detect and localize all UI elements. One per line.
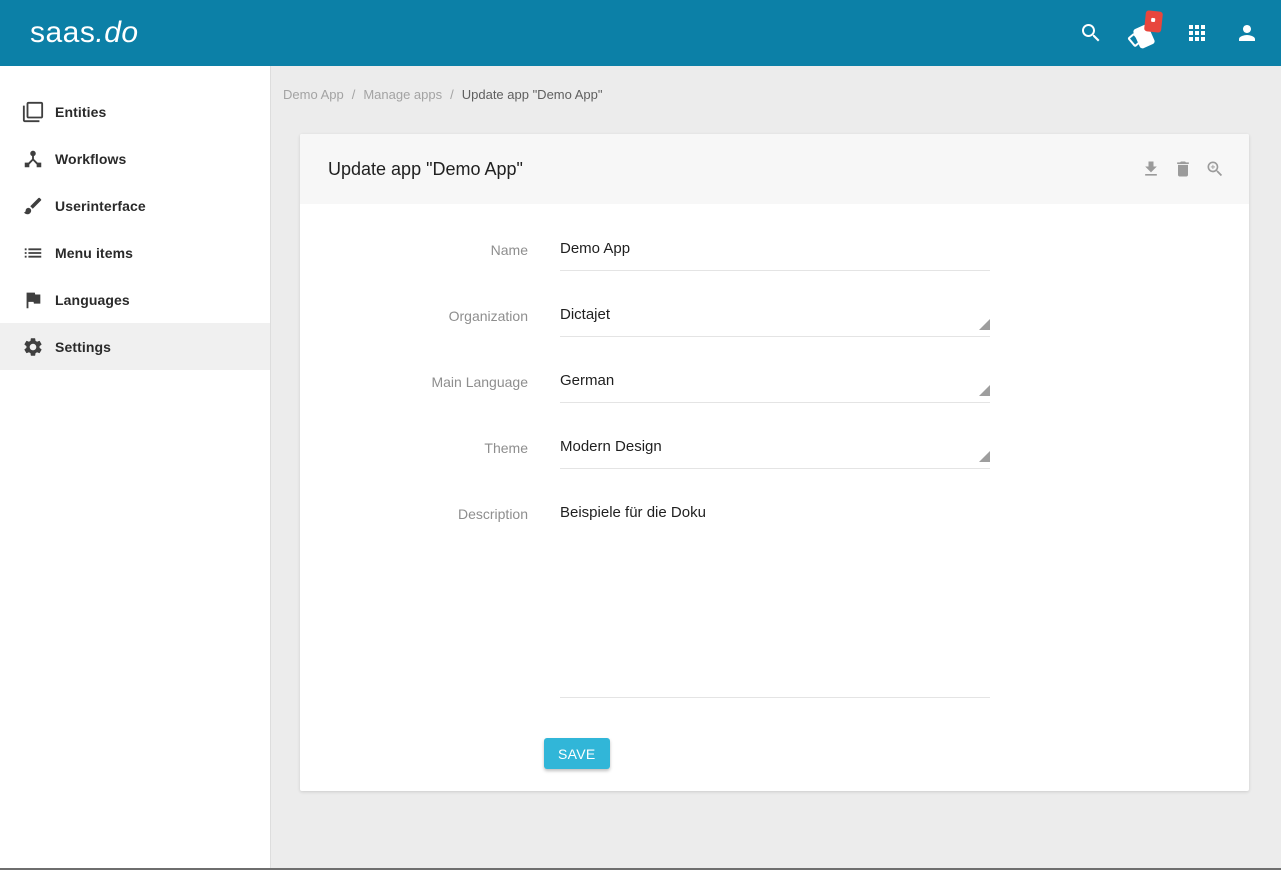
form-row-name: Name — [328, 240, 1249, 271]
field-value-wrap: Beispiele für die Doku — [560, 504, 990, 703]
breadcrumb-item[interactable]: Demo App — [283, 87, 344, 102]
card-title: Update app "Demo App" — [328, 158, 523, 179]
zoom-in-icon[interactable] — [1205, 159, 1225, 179]
content-area: Demo App / Manage apps / Update app "Demo Ap… — [271, 66, 1281, 868]
sidebar-item-workflows[interactable]: Workflows — [0, 135, 270, 182]
sidebar-item-userinterface[interactable]: Userinterface — [0, 182, 270, 229]
field-label: Organization — [448, 308, 528, 324]
notification-badge — [1143, 10, 1164, 33]
window-bottom-edge — [0, 868, 1281, 877]
save-button[interactable]: SAVE — [544, 738, 610, 769]
menu-items-icon — [22, 242, 44, 264]
organization-select[interactable]: Dictajet — [560, 306, 990, 337]
main-area: Entities Workflows Userinterface Menu it… — [0, 66, 1281, 868]
sidebar-item-entities[interactable]: Entities — [0, 88, 270, 135]
topbar: saas.do — [0, 0, 1281, 66]
search-icon[interactable] — [1079, 21, 1103, 45]
field-value-wrap: Modern Design — [560, 438, 990, 469]
breadcrumb-item[interactable]: Manage apps — [363, 87, 442, 102]
download-icon[interactable] — [1141, 159, 1161, 179]
sidebar-item-label: Workflows — [55, 150, 127, 167]
select-arrow-icon — [979, 385, 990, 396]
sidebar-item-label: Languages — [55, 291, 130, 308]
sidebar-item-menu-items[interactable]: Menu items — [0, 229, 270, 276]
logo-prefix: saas — [30, 16, 96, 49]
field-label: Theme — [484, 440, 528, 456]
app-window: saas.do Entities Workflows Userinterface… — [0, 0, 1281, 877]
sidebar-item-label: Userinterface — [55, 197, 146, 214]
form-row-theme: Theme Modern Design — [328, 438, 1249, 469]
breadcrumb-item-current: Update app "Demo App" — [461, 87, 603, 102]
delete-icon[interactable] — [1173, 159, 1193, 179]
card-body: Name Organization Dictajet Main La — [300, 204, 1249, 791]
description-textarea[interactable]: Beispiele für die Doku — [560, 504, 990, 698]
update-app-card: Update app "Demo App" Name Demo App Orga… — [300, 134, 1249, 791]
field-label: Name — [490, 242, 528, 258]
sidebar: Entities Workflows Userinterface Menu it… — [0, 66, 271, 868]
card-actions — [1141, 159, 1225, 179]
apps-grid-icon[interactable] — [1185, 21, 1209, 45]
name-input[interactable] — [560, 240, 990, 271]
sidebar-item-label: Entities — [55, 103, 107, 120]
sidebar-item-settings[interactable]: Settings — [0, 323, 270, 370]
sidebar-item-label: Menu items — [55, 244, 134, 261]
form-row-description: Description Beispiele für die Doku — [328, 504, 1249, 703]
sidebar-item-label: Settings — [55, 338, 112, 355]
breadcrumb-separator: / — [450, 87, 454, 102]
languages-icon — [22, 289, 44, 311]
form-row-main-language: Main Language German — [328, 372, 1249, 403]
notifications-icon[interactable] — [1127, 10, 1164, 50]
main-language-select[interactable]: German — [560, 372, 990, 403]
logo-suffix: .do — [95, 16, 139, 49]
app-logo[interactable]: saas.do — [30, 16, 139, 50]
breadcrumb-separator: / — [351, 87, 356, 102]
account-icon[interactable] — [1235, 21, 1259, 45]
field-label: Main Language — [431, 374, 528, 390]
breadcrumb: Demo App / Manage apps / Update app "Demo Ap… — [283, 86, 1250, 104]
userinterface-icon — [22, 195, 44, 217]
settings-icon — [22, 336, 44, 358]
topbar-icons — [1079, 10, 1259, 50]
field-label: Description — [457, 506, 528, 522]
field-value-wrap: German — [560, 372, 990, 403]
sidebar-item-languages[interactable]: Languages — [0, 276, 270, 323]
field-value-wrap: Dictajet — [560, 306, 990, 337]
card-header: Update app "Demo App" — [300, 134, 1249, 204]
save-row: SAVE — [328, 738, 1249, 769]
select-arrow-icon — [979, 319, 990, 330]
theme-select[interactable]: Modern Design — [560, 438, 990, 469]
form-row-organization: Organization Dictajet — [328, 306, 1249, 337]
select-arrow-icon — [979, 451, 990, 462]
field-value-wrap — [560, 240, 990, 271]
entities-icon — [22, 101, 44, 123]
workflows-icon — [22, 148, 44, 170]
